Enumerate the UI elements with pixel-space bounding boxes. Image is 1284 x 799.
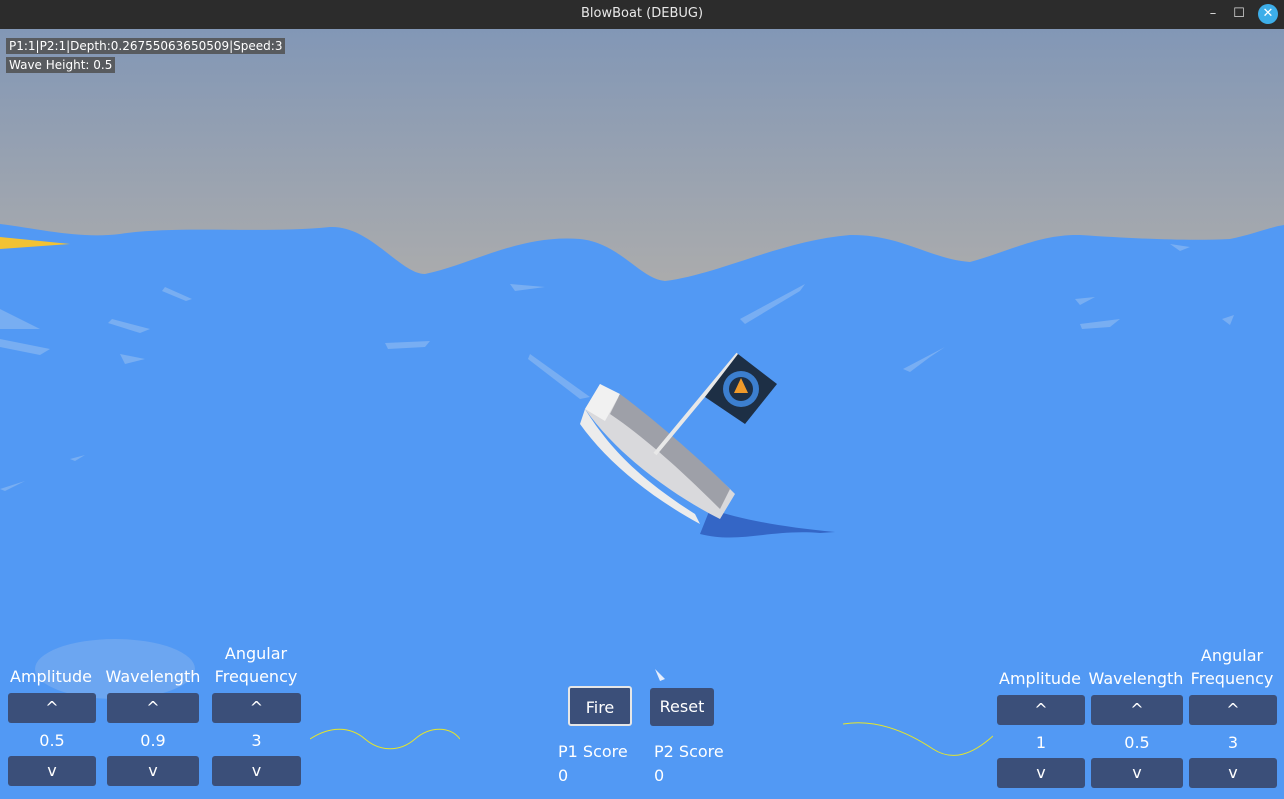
left-wavelength-value: 0.9 <box>140 731 166 750</box>
left-amplitude-value: 0.5 <box>39 731 65 750</box>
right-frequency-label: Frequency <box>1190 669 1274 688</box>
reset-button[interactable]: Reset <box>650 688 714 726</box>
maximize-icon[interactable]: ☐ <box>1230 5 1248 23</box>
right-amplitude-label: Amplitude <box>999 669 1081 688</box>
fire-button[interactable]: Fire <box>568 686 632 726</box>
p1-score-label: P1 Score <box>558 742 628 761</box>
left-amplitude-up-button[interactable]: ^ <box>8 693 96 723</box>
right-angular-up-button[interactable]: ^ <box>1189 695 1277 725</box>
right-amplitude-down-button[interactable]: v <box>997 758 1085 788</box>
right-wave-preview <box>843 722 993 756</box>
left-amplitude-label: Amplitude <box>10 667 92 686</box>
left-frequency-label: Frequency <box>214 667 298 686</box>
left-angular-label: Angular <box>224 644 288 663</box>
debug-info: P1:1|P2:1|Depth:0.26755063650509|Speed:3 <box>6 38 286 54</box>
right-wavelength-label: Wavelength <box>1088 669 1184 688</box>
right-wavelength-value: 0.5 <box>1124 733 1150 752</box>
left-wavelength-label: Wavelength <box>105 667 201 686</box>
p2-score-value: 0 <box>654 766 665 785</box>
left-angular-down-button[interactable]: v <box>212 756 301 786</box>
game-viewport[interactable]: P1:1|P2:1|Depth:0.26755063650509|Speed:3… <box>0 29 1284 799</box>
right-angular-down-button[interactable]: v <box>1189 758 1277 788</box>
right-angular-label: Angular <box>1200 646 1264 665</box>
close-icon[interactable]: ✕ <box>1258 4 1278 24</box>
window-title: BlowBoat (DEBUG) <box>580 6 704 21</box>
p2-score-label: P2 Score <box>654 742 724 761</box>
left-wavelength-down-button[interactable]: v <box>107 756 199 786</box>
left-angular-up-button[interactable]: ^ <box>212 693 301 723</box>
minimize-icon[interactable]: – <box>1204 5 1222 23</box>
left-wavelength-up-button[interactable]: ^ <box>107 693 199 723</box>
left-angular-value: 3 <box>251 731 262 750</box>
right-angular-value: 3 <box>1227 733 1239 752</box>
right-amplitude-up-button[interactable]: ^ <box>997 695 1085 725</box>
p1-score-value: 0 <box>558 766 569 785</box>
left-amplitude-down-button[interactable]: v <box>8 756 96 786</box>
left-wave-preview <box>310 728 460 750</box>
right-amplitude-value: 1 <box>1035 733 1047 752</box>
window-titlebar: BlowBoat (DEBUG) – ☐ ✕ <box>0 0 1284 29</box>
right-wavelength-down-button[interactable]: v <box>1091 758 1183 788</box>
right-wavelength-up-button[interactable]: ^ <box>1091 695 1183 725</box>
wave-height-readout: Wave Height: 0.5 <box>6 57 116 73</box>
